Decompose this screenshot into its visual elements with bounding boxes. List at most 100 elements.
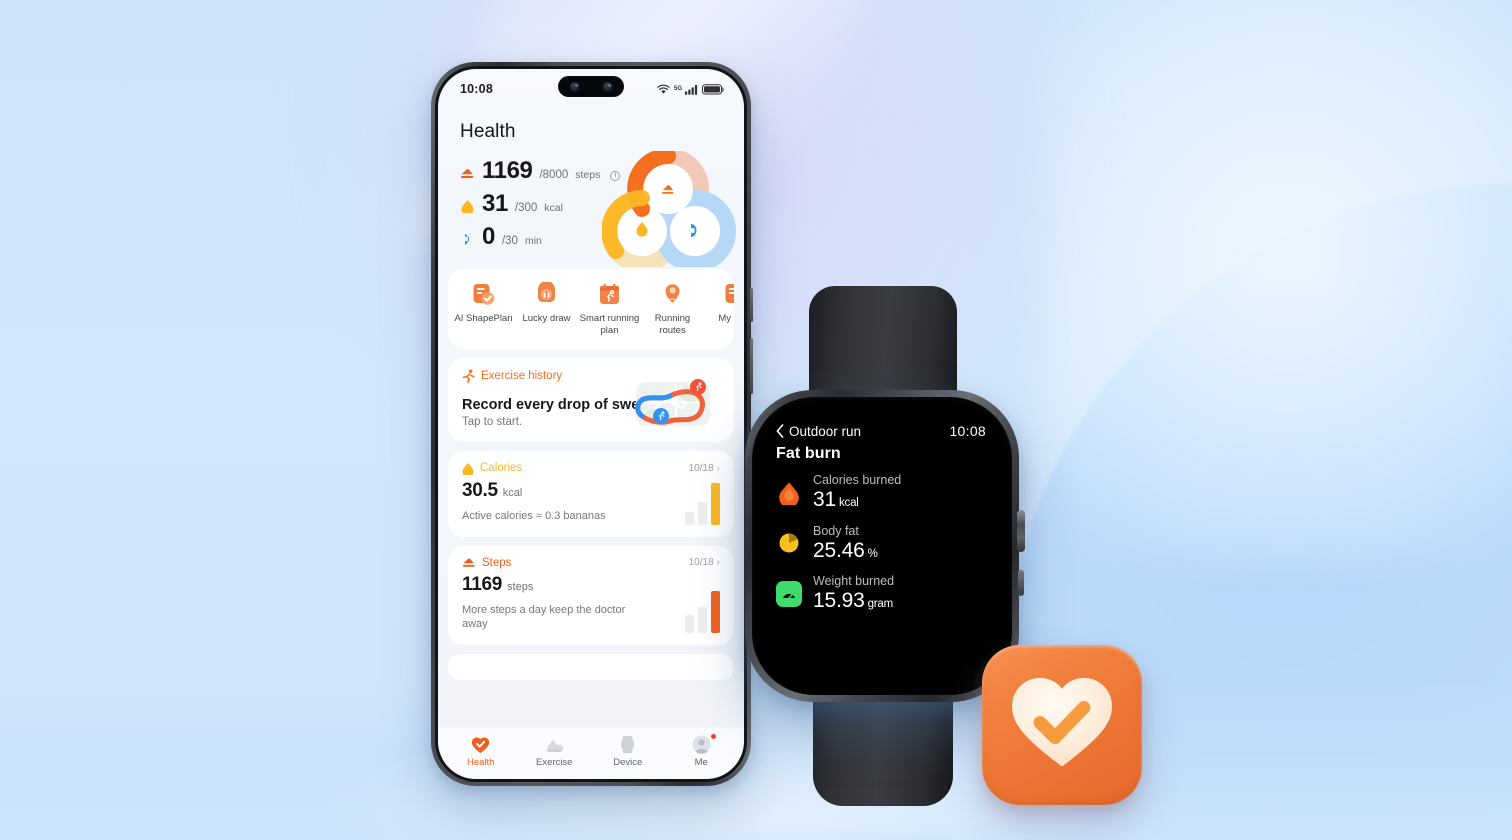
metric-row-calories[interactable]: 31 /300 kcal [460, 192, 722, 216]
stat-card-value: 1169 [462, 573, 503, 595]
tab-label: Me [694, 757, 708, 768]
watch-row-content: Body fat 25.46% [813, 524, 878, 564]
scale-icon [776, 580, 802, 607]
stat-card-date: 10/18 [688, 557, 714, 569]
pie-chart-icon [776, 530, 802, 556]
stat-card-date-group[interactable]: 10/18 › [689, 557, 720, 568]
steps-goal: /8000 [539, 169, 569, 181]
status-bar: 10:08 5G [438, 69, 744, 109]
watch-row-value-group: 31 kcal [813, 488, 901, 512]
watch-row-calories-burned: Calories burned 31 kcal [776, 473, 1012, 513]
watch-row-content: Calories burned 31 kcal [813, 473, 901, 513]
tab-device[interactable]: Device [597, 735, 659, 768]
battery-icon [702, 83, 724, 94]
shortcut-label: AI ShapePlan [454, 313, 513, 324]
heart-check-icon [471, 735, 490, 754]
shortcut-my-report[interactable]: My repo [704, 282, 734, 337]
watch-screen[interactable]: Outdoor run 10:08 Fat burn Calories burn… [752, 397, 1012, 695]
stat-card-unit: kcal [502, 486, 523, 499]
stat-card-unit: steps [507, 580, 534, 593]
exercise-unit: min [524, 235, 542, 247]
shortcut-smart-running-plan[interactable]: Smart running plan [578, 282, 641, 337]
stat-card-partial-next[interactable] [448, 654, 734, 681]
steps-info-icon[interactable]: i [610, 170, 621, 181]
watch-row-unit: gram [867, 598, 894, 611]
calories-unit: kcal [544, 202, 563, 214]
exercise-history-card[interactable]: Exercise history Record every drop of sw… [448, 357, 734, 442]
chevron-left-icon [776, 424, 784, 438]
gift-box-icon [534, 281, 559, 307]
mini-bar [685, 511, 694, 525]
chevron-right-icon: › [716, 557, 720, 569]
shortcut-label: Running routes [654, 313, 691, 336]
network-type-label: 5G [673, 86, 682, 92]
phone-bezel: 10:08 5G Health 1169 /8000 steps i 31 /3… [435, 66, 747, 782]
stat-card-value-group: 1169 steps [462, 574, 720, 596]
phone-scroll-area[interactable]: 10:08 5G Health 1169 /8000 steps i 31 /3… [438, 69, 744, 727]
stat-card-header: Steps 10/18 › [462, 557, 720, 569]
hero-summary[interactable]: 1169 /8000 steps i 31 /300 kcal 0 /30 mi… [438, 145, 744, 272]
front-camera-secondary-icon [602, 81, 613, 92]
mini-bar [698, 501, 707, 525]
status-bar-indicators: 5G [657, 83, 724, 95]
watch-row-weight-burned: Weight burned 15.93 gram [776, 574, 1012, 614]
watch-row-content: Weight burned 15.93 gram [813, 574, 894, 614]
shortcut-label: Smart running plan [579, 313, 640, 336]
calories-goal: /300 [514, 202, 538, 214]
watch-back-button[interactable]: Outdoor run [776, 424, 861, 439]
front-camera-icon [569, 81, 580, 92]
route-map-illustration [620, 372, 728, 434]
stat-card-value-group: 30.5 kcal [462, 480, 720, 502]
shoe-icon [545, 735, 564, 754]
tab-health[interactable]: Health [450, 735, 512, 768]
shortcut-running-routes[interactable]: Running routes [641, 282, 704, 337]
watch-metric-list: Calories burned 31 kcal Body fat 25.46 %… [752, 463, 1012, 614]
stat-card-header: Calories 10/18 › [462, 462, 720, 475]
metric-row-exercise[interactable]: 0 /30 min [460, 225, 722, 249]
mini-bar [685, 615, 694, 634]
tab-label: Device [613, 757, 643, 768]
exercise-arm-icon [460, 232, 475, 246]
stat-card-date-group[interactable]: 10/18 › [689, 463, 720, 474]
steps-shoe-icon [462, 558, 475, 567]
calendar-run-icon [597, 282, 622, 307]
watch-side-button[interactable] [1018, 570, 1024, 596]
mini-bar-active [711, 591, 720, 634]
stat-card-name: Calories [480, 462, 523, 475]
shortcuts-row[interactable]: AI ShapePlan Lucky draw Smart running pl… [448, 269, 734, 349]
mini-bar-chart [685, 482, 720, 525]
phone-screen: 10:08 5G Health 1169 /8000 steps i 31 /3… [438, 69, 744, 779]
health-app-icon[interactable] [982, 645, 1142, 805]
bottom-tab-bar[interactable]: Health Exercise Device Me [438, 727, 744, 779]
shortcut-lucky-draw[interactable]: Lucky draw [515, 281, 578, 337]
watch-crown[interactable] [1017, 510, 1025, 552]
watch-row-value-group: 15.93 gram [813, 589, 894, 613]
runner-icon [462, 369, 475, 383]
stat-card-name: Steps [482, 556, 512, 569]
shortcut-label: My repo [718, 313, 734, 324]
stat-card-date: 10/18 [688, 462, 714, 474]
watch-icon [618, 735, 637, 754]
phone-device: 10:08 5G Health 1169 /8000 steps i 31 /3… [431, 62, 753, 786]
plan-check-icon [471, 282, 496, 307]
watch-row-value-group: 25.46% [813, 539, 878, 563]
stat-card-steps[interactable]: Steps 10/18 › 1169 steps More steps a da… [448, 545, 734, 646]
watch-time: 10:08 [949, 423, 986, 439]
stat-card-title-group: Calories [462, 462, 522, 475]
mini-bar [698, 607, 707, 634]
metric-row-steps[interactable]: 1169 /8000 steps i [460, 159, 722, 183]
stat-card-calories[interactable]: Calories 10/18 › 30.5 kcal Active calori… [448, 450, 734, 537]
exercise-history-label: Exercise history [481, 369, 563, 382]
shortcut-ai-shapeplan[interactable]: AI ShapePlan [452, 282, 515, 337]
heart-check-icon [1010, 675, 1114, 776]
mini-bar-chart [685, 591, 720, 634]
flame-icon [776, 480, 802, 506]
tab-me[interactable]: Me [670, 734, 732, 768]
tab-label: Health [467, 757, 495, 768]
hero-metric-list: 1169 /8000 steps i 31 /300 kcal 0 /30 mi… [460, 159, 722, 249]
report-check-icon [723, 282, 734, 307]
status-bar-time: 10:08 [460, 82, 493, 96]
watch-row-unit: kcal [838, 497, 859, 510]
watch-top-bar: Outdoor run 10:08 [752, 397, 1012, 439]
tab-exercise[interactable]: Exercise [523, 735, 585, 768]
